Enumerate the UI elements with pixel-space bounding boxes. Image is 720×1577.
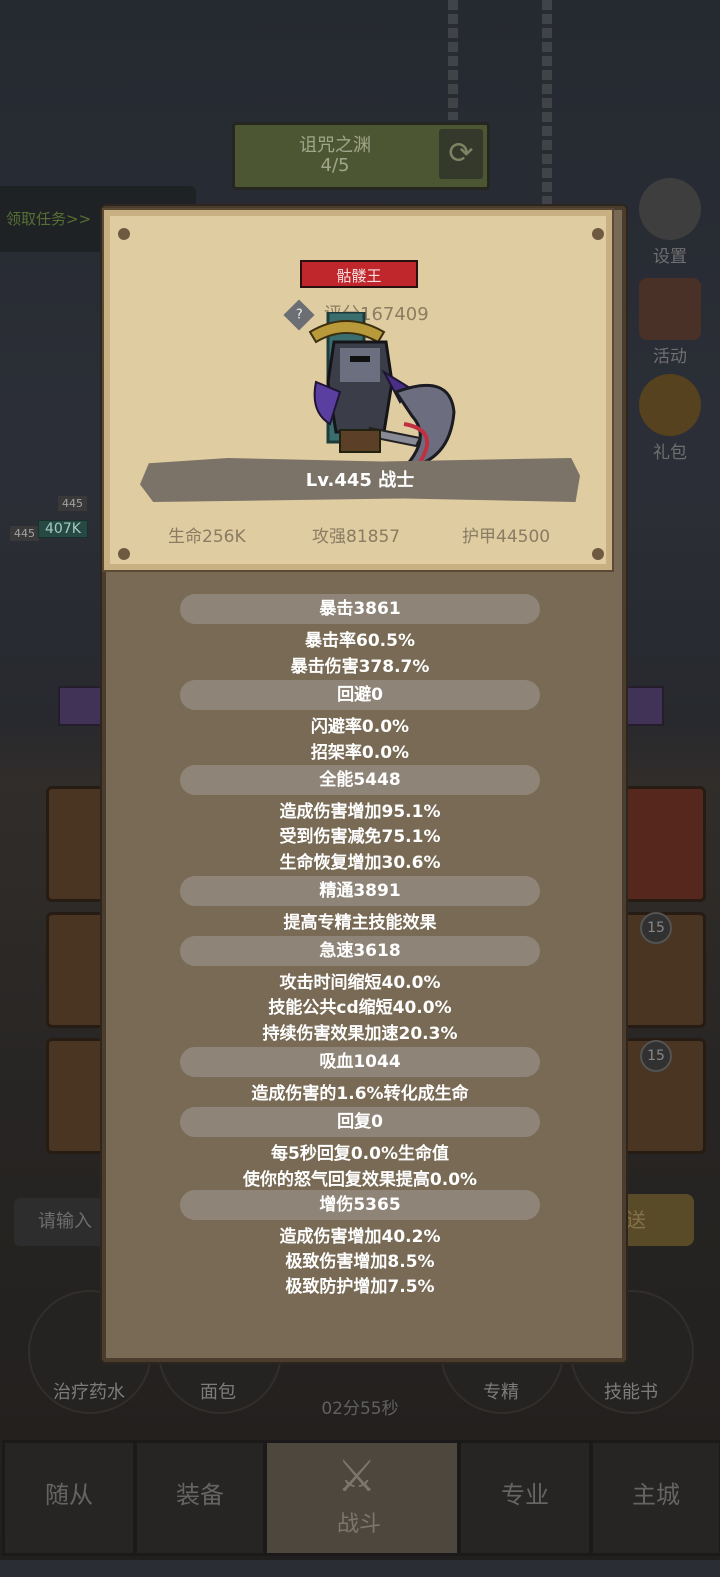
warrior-character-sprite [308, 312, 456, 471]
boss-title-tag: 骷髅王 [300, 260, 418, 288]
stat-line: 每5秒回复0.0%生命值 [271, 1144, 449, 1164]
stat-line: 造成伤害的1.6%转化成生命 [251, 1084, 469, 1104]
card-rivet [118, 228, 130, 240]
section-regen-title: 回复0 [180, 1107, 540, 1137]
stat-line: 造成伤害增加40.2% [279, 1227, 441, 1247]
stat-line: 暴击率60.5% [305, 631, 415, 651]
section-damage-bonus-title: 增伤5365 [180, 1190, 540, 1220]
stat-line: 造成伤害增加95.1% [279, 802, 441, 822]
stat-line: 暴击伤害378.7% [290, 657, 430, 677]
card-rivet [592, 228, 604, 240]
card-rivet [592, 548, 604, 560]
stat-line: 提高专精主技能效果 [283, 913, 437, 933]
section-haste-title: 急速3618 [180, 936, 540, 966]
section-lifesteal-title: 吸血1044 [180, 1047, 540, 1077]
stat-line: 受到伤害减免75.1% [279, 827, 441, 847]
stat-line: 生命恢复增加30.6% [279, 853, 441, 873]
section-versatility-title: 全能5448 [180, 765, 540, 795]
section-crit-title: 暴击3861 [180, 594, 540, 624]
card-rivet [118, 548, 130, 560]
stat-line: 极致伤害增加8.5% [285, 1252, 435, 1272]
stat-line: 使你的怒气回复效果提高0.0% [242, 1170, 478, 1190]
stat-line: 持续伤害效果加速20.3% [262, 1024, 458, 1044]
stat-line: 技能公共cd缩短40.0% [268, 998, 452, 1018]
hp-stat: 生命256K [168, 527, 246, 547]
stat-line: 闪避率0.0% [310, 717, 410, 737]
stat-line: 攻击时间缩短40.0% [279, 973, 441, 993]
section-evade-title: 回避0 [180, 680, 540, 710]
stat-line: 极致防护增加7.5% [285, 1277, 435, 1297]
section-mastery-title: 精通3891 [180, 876, 540, 906]
attack-stat: 攻强81857 [312, 527, 401, 547]
armor-stat: 护甲44500 [462, 527, 551, 547]
stat-line: 招架率0.0% [310, 743, 410, 763]
level-class-banner: Lv.445 战士 [140, 458, 580, 502]
